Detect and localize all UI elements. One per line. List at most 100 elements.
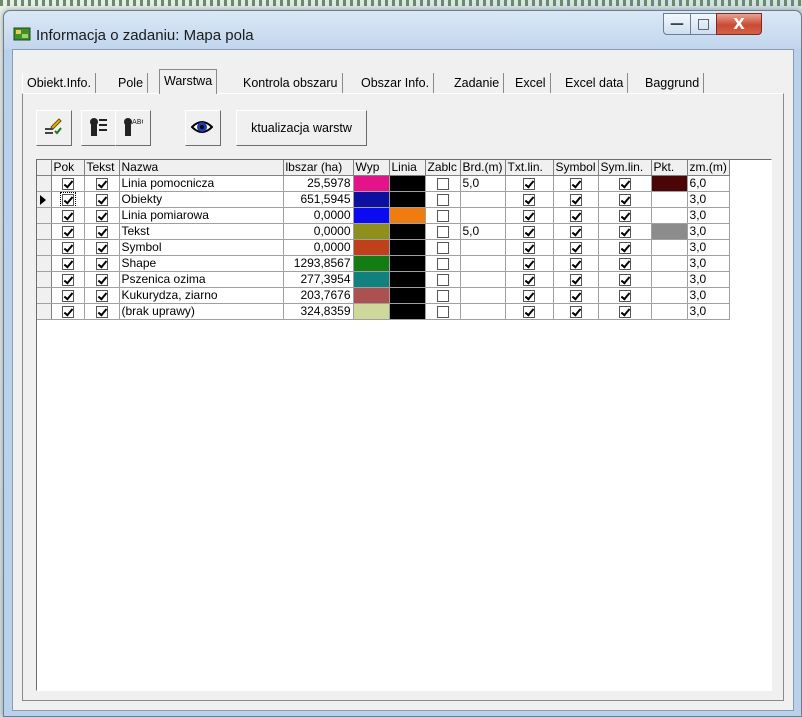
symlin-checkbox[interactable] [618,273,631,286]
symbol-checkbox[interactable] [569,273,582,286]
obszar-cell[interactable]: 651,5945 [283,191,354,208]
symlin-cell[interactable] [598,191,652,208]
symlin-cell[interactable] [598,271,652,288]
tekst-checkbox[interactable] [95,193,108,206]
linia-color-cell[interactable] [389,303,426,320]
nazwa-cell[interactable]: Kukurydza, ziarno [119,287,284,304]
obszar-cell[interactable]: 25,5978 [283,175,354,192]
symlin-checkbox[interactable] [618,257,631,270]
table-row[interactable]: Kukurydza, ziarno 203,7676 3,0 [37,287,730,304]
layer-text-button[interactable]: ABC [115,110,151,146]
symbol-checkbox[interactable] [569,241,582,254]
zablok-checkbox[interactable] [436,257,449,270]
header-tekst[interactable]: Tekst [84,160,120,176]
obszar-cell[interactable]: 1293,8567 [283,255,354,272]
symlin-cell[interactable] [598,255,652,272]
wyp-color-cell[interactable] [353,271,390,288]
pok-checkbox[interactable] [61,177,74,190]
pok-checkbox[interactable] [61,273,74,286]
pok-cell[interactable] [51,175,85,192]
table-row[interactable]: Pszenica ozima 277,3954 3,0 [37,271,730,288]
wyp-color-cell[interactable] [353,287,390,304]
obszar-cell[interactable]: 203,7676 [283,287,354,304]
zablok-checkbox[interactable] [436,289,449,302]
txtlin-checkbox[interactable] [523,305,535,318]
wyp-color-cell[interactable] [353,255,390,272]
pkt-color-cell[interactable] [651,255,688,272]
tekst-cell[interactable] [84,191,120,208]
symlin-cell[interactable] [598,239,652,256]
pok-checkbox[interactable] [61,209,74,222]
zm-cell[interactable]: 3,0 [687,271,730,288]
brd-cell[interactable]: 5,0 [460,223,506,240]
tekst-cell[interactable] [84,239,120,256]
zablok-checkbox[interactable] [436,209,449,222]
header-linia[interactable]: Linia [389,160,426,176]
symbol-cell[interactable] [553,223,599,240]
txtlin-cell[interactable] [505,287,554,304]
pok-cell[interactable] [51,287,85,304]
txtlin-cell[interactable] [505,175,554,192]
zm-cell[interactable]: 3,0 [687,303,730,320]
brd-cell[interactable] [460,207,506,224]
header-txtlin[interactable]: Txt.lin. [505,160,554,176]
zm-cell[interactable]: 3,0 [687,223,730,240]
tekst-checkbox[interactable] [95,273,108,286]
header-zm[interactable]: zm.(m) [687,160,730,176]
zm-cell[interactable]: 3,0 [687,287,730,304]
tekst-checkbox[interactable] [95,305,108,318]
symlin-cell[interactable] [598,287,652,304]
header-symbol[interactable]: Symbol [553,160,599,176]
brd-cell[interactable]: 5,0 [460,175,506,192]
table-row[interactable]: Obiekty 651,5945 3,0 [37,191,730,208]
tab-obiekt-info[interactable]: Obiekt.Info. [22,73,96,93]
nazwa-cell[interactable]: Tekst [119,223,284,240]
zablok-cell[interactable] [425,223,461,240]
symbol-cell[interactable] [553,271,599,288]
symlin-cell[interactable] [598,303,652,320]
wyp-color-cell[interactable] [353,239,390,256]
edit-layer-button[interactable] [36,110,72,146]
zm-cell[interactable]: 3,0 [687,191,730,208]
symbol-cell[interactable] [553,255,599,272]
tekst-checkbox[interactable] [95,209,108,222]
layer-grid[interactable]: Pok Tekst Nazwa lbszar (ha) Wyp Linia Za… [36,159,772,691]
tekst-checkbox[interactable] [95,177,108,190]
txtlin-cell[interactable] [505,207,554,224]
obszar-cell[interactable]: 0,0000 [283,223,354,240]
tekst-cell[interactable] [84,223,120,240]
table-row[interactable]: (brak uprawy) 324,8359 3,0 [37,303,730,320]
linia-color-cell[interactable] [389,223,426,240]
tab-baggrund[interactable]: Baggrund [641,73,705,93]
zablok-checkbox[interactable] [436,273,449,286]
pkt-color-cell[interactable] [651,303,688,320]
header-pkt[interactable]: Pkt. [651,160,688,176]
layer-list-button[interactable] [81,110,117,146]
table-row[interactable]: Tekst 0,0000 5,0 3,0 [37,223,730,240]
pok-cell[interactable] [51,223,85,240]
pok-cell[interactable] [51,207,85,224]
symbol-checkbox[interactable] [569,209,582,222]
zm-cell[interactable]: 6,0 [687,175,730,192]
txtlin-checkbox[interactable] [523,257,535,270]
symbol-checkbox[interactable] [569,257,582,270]
symlin-cell[interactable] [598,175,652,192]
zm-cell[interactable]: 3,0 [687,255,730,272]
obszar-cell[interactable]: 0,0000 [283,207,354,224]
linia-color-cell[interactable] [389,175,426,192]
symlin-checkbox[interactable] [618,241,631,254]
symbol-checkbox[interactable] [569,193,582,206]
pok-cell[interactable] [51,271,85,288]
tab-kontrola-obszaru[interactable]: Kontrola obszaru [239,73,343,93]
wyp-color-cell[interactable] [353,303,390,320]
symlin-checkbox[interactable] [618,225,631,238]
tekst-cell[interactable] [84,175,120,192]
pok-checkbox[interactable] [59,191,76,207]
wyp-color-cell[interactable] [353,207,390,224]
pok-checkbox[interactable] [61,305,74,318]
txtlin-cell[interactable] [505,191,554,208]
pkt-color-cell[interactable] [651,191,688,208]
zablok-checkbox[interactable] [436,193,449,206]
pkt-color-cell[interactable] [651,239,688,256]
txtlin-checkbox[interactable] [523,273,535,286]
